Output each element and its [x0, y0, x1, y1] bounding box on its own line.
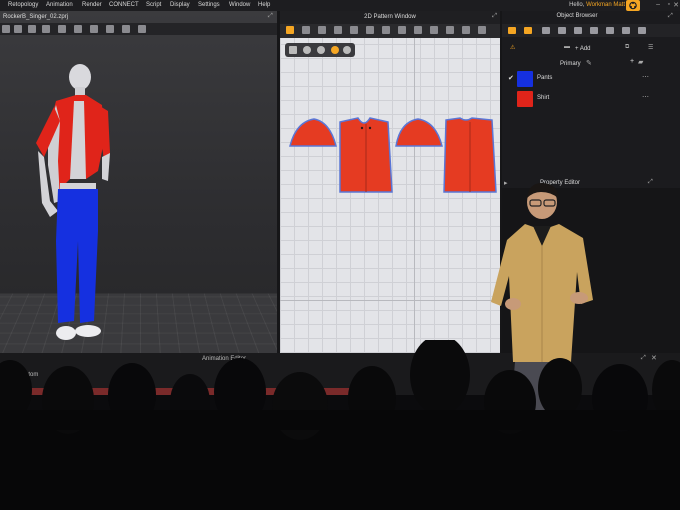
group-folder-icon[interactable]: ▰ — [638, 58, 643, 66]
pattern-select-icon[interactable] — [286, 26, 294, 34]
sewing-tool-icon[interactable] — [138, 25, 146, 33]
gizmo-tool-icon[interactable] — [28, 25, 36, 33]
pattern-dart-icon[interactable] — [398, 26, 406, 34]
pattern-shirt-icon[interactable] — [303, 46, 311, 54]
copy-icon[interactable]: ⧉ — [625, 44, 629, 51]
menu-window[interactable]: Window — [229, 2, 250, 8]
minimize-icon[interactable]: – — [656, 1, 660, 8]
pattern-tshirt-icon[interactable] — [343, 46, 351, 54]
property-editor-expand-icon[interactable]: ⤢ — [648, 179, 653, 186]
add-button[interactable]: + Add — [575, 46, 591, 52]
pattern-seam-icon[interactable] — [414, 26, 422, 34]
pattern-curve-icon[interactable] — [334, 26, 342, 34]
fold-tool-icon[interactable] — [58, 25, 66, 33]
viewport-toolbar — [0, 23, 277, 35]
topstitch-tab-icon[interactable] — [638, 27, 646, 34]
list-item[interactable]: Shirt ⋯ — [502, 90, 680, 108]
pattern-window-expand-icon[interactable]: ⤢ — [492, 13, 497, 20]
globe-tab-icon[interactable] — [558, 27, 566, 34]
fabric-tab-icon[interactable] — [508, 27, 516, 34]
pattern-texture-icon[interactable] — [430, 26, 438, 34]
pin-tool-icon[interactable] — [42, 25, 50, 33]
avatar-tab-icon[interactable] — [590, 27, 598, 34]
pattern-quick-tools — [285, 43, 355, 57]
pattern-circle-icon[interactable] — [382, 26, 390, 34]
menu-render[interactable]: Render — [82, 2, 102, 8]
more-icon[interactable]: ⋯ — [642, 73, 649, 81]
pattern-window-title: 2D Pattern Window — [364, 14, 416, 20]
pattern-button-icon[interactable] — [462, 26, 470, 34]
object-browser-expand-icon[interactable]: ⤢ — [668, 13, 673, 20]
list-item-label: Pants — [537, 75, 553, 81]
pattern-polygon-icon[interactable] — [350, 26, 358, 34]
pattern-avatar-icon[interactable] — [317, 46, 325, 54]
brush-tool-icon[interactable] — [122, 25, 130, 33]
pattern-pen-icon[interactable] — [289, 46, 297, 54]
menu-bar: Retopology Animation Render CONNECT Scri… — [0, 0, 680, 11]
pants-color-swatch[interactable] — [517, 71, 533, 87]
restore-icon[interactable]: ▫ — [668, 1, 670, 8]
select-tool-icon[interactable] — [2, 25, 10, 33]
grid-tab-icon[interactable] — [542, 27, 550, 34]
measure-tab-icon[interactable] — [622, 27, 630, 34]
pattern-transform-icon[interactable] — [318, 26, 326, 34]
pattern-edit-icon[interactable] — [302, 26, 310, 34]
avatar-3d-model[interactable] — [28, 61, 118, 346]
tape-tool-icon[interactable] — [106, 25, 114, 33]
object-browser-toolbar — [502, 24, 680, 37]
material-tab-icon[interactable] — [524, 27, 532, 34]
menu-connect[interactable]: CONNECT — [109, 2, 139, 8]
list-view-icon[interactable]: ☰ — [648, 44, 653, 51]
pattern-topstitch-icon[interactable] — [446, 26, 454, 34]
pattern-pieces — [289, 117, 497, 193]
close-icon[interactable]: ✕ — [673, 1, 679, 9]
warning-icon[interactable]: ⚠ — [510, 44, 515, 51]
audience-silhouettes — [0, 340, 680, 510]
pattern-window-toolbar — [280, 24, 500, 38]
pattern-window-titlebar: 2D Pattern Window ⤢ — [280, 11, 500, 24]
menu-help[interactable]: Help — [258, 2, 270, 8]
check-icon[interactable]: ✔ — [508, 74, 514, 82]
app-logo-icon[interactable] — [626, 0, 640, 11]
object-browser-title: Object Browser — [556, 13, 598, 19]
menu-animation[interactable]: Animation — [46, 2, 73, 8]
pattern-zipper-icon[interactable] — [478, 26, 486, 34]
group-add-icon[interactable]: + — [630, 58, 634, 65]
more-icon[interactable]: ⋯ — [642, 93, 649, 101]
menu-settings[interactable]: Settings — [198, 2, 220, 8]
trim-tab-icon[interactable] — [574, 27, 582, 34]
pattern-fabric-icon[interactable] — [331, 46, 339, 54]
pattern-piece-sleeve-left — [289, 118, 337, 147]
viewport-expand-icon[interactable]: ⤢ — [268, 13, 273, 20]
pin-tab-icon[interactable] — [606, 27, 614, 34]
menu-display[interactable]: Display — [170, 2, 190, 8]
shirt-color-swatch[interactable] — [517, 91, 533, 107]
measure-tool-icon[interactable] — [74, 25, 82, 33]
pattern-piece-sleeve-right — [395, 118, 443, 147]
move-tool-icon[interactable] — [14, 25, 22, 33]
user-name[interactable]: Workman Matt — [586, 2, 625, 8]
list-item-label: Shirt — [537, 95, 550, 101]
avatar-tool-icon[interactable] — [90, 25, 98, 33]
folder-icon[interactable]: ▬ — [564, 44, 570, 50]
3d-viewport[interactable]: RockerB_Singer_02.zprj ⤢ — [0, 11, 277, 353]
user-greeting: Hello, Workman Matt — [569, 2, 625, 8]
list-item[interactable]: ✔ Pants ⋯ — [502, 70, 680, 88]
viewport-file-name: RockerB_Singer_02.zprj — [3, 14, 69, 20]
menu-script[interactable]: Script — [146, 2, 161, 8]
pattern-rectangle-icon[interactable] — [366, 26, 374, 34]
menu-retopology[interactable]: Retopology — [8, 2, 38, 8]
pattern-canvas[interactable] — [280, 38, 500, 353]
group-label[interactable]: Primary — [560, 61, 581, 67]
edit-pencil-icon[interactable]: ✎ — [586, 59, 592, 67]
